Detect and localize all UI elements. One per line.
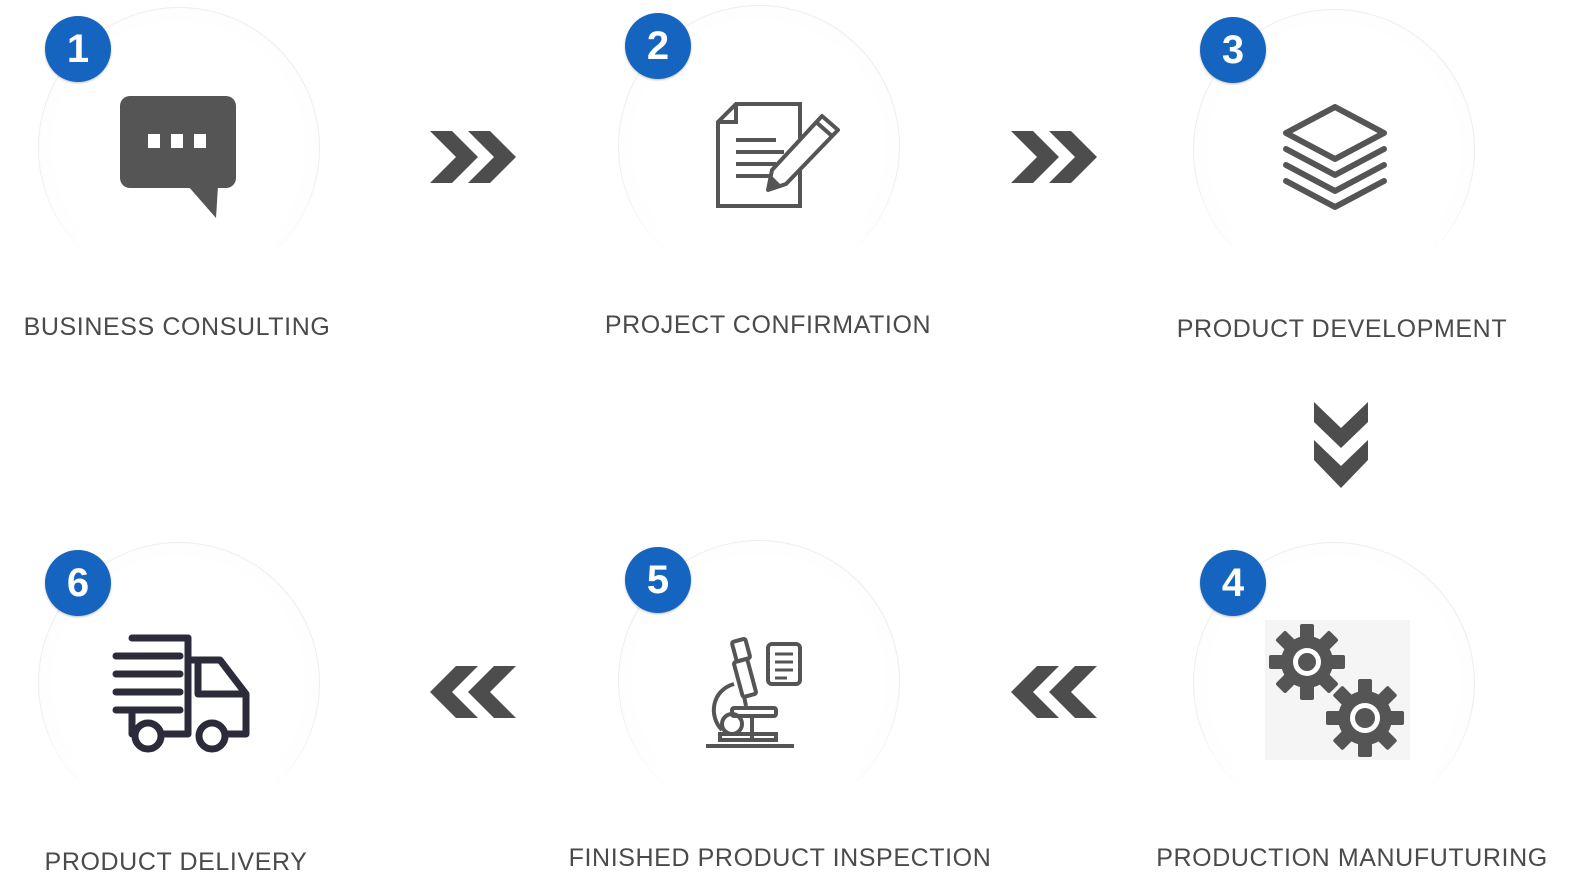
gears-icon	[1265, 620, 1410, 760]
step-number-badge: 1	[45, 16, 111, 82]
step-number-badge: 3	[1200, 17, 1266, 83]
step-label: PRODUCT DEVELOPMENT	[1176, 315, 1508, 343]
step-number-badge: 4	[1200, 550, 1266, 616]
double-chevron-right-icon	[1011, 131, 1097, 183]
double-chevron-left-icon	[430, 666, 516, 718]
chat-bubble-icon	[120, 96, 236, 218]
double-chevron-right-icon	[430, 131, 516, 183]
double-chevron-down-icon	[1314, 402, 1368, 488]
step-label: FINISHED PRODUCT INSPECTION	[568, 844, 992, 872]
step-number-badge: 5	[625, 547, 691, 613]
step-label: PRODUCT DELIVERY	[44, 848, 308, 876]
step-label: PRODUCTION MANUFUTURING	[1156, 844, 1548, 872]
layers-icon	[1283, 104, 1387, 210]
step-number-badge: 2	[625, 13, 691, 79]
document-pencil-icon	[716, 102, 840, 208]
double-chevron-left-icon	[1011, 666, 1097, 718]
step-label: PROJECT CONFIRMATION	[604, 311, 932, 339]
delivery-truck-icon	[112, 634, 250, 753]
microscope-icon	[706, 636, 802, 748]
step-number-badge: 6	[45, 550, 111, 616]
step-label: BUSINESS CONSULTING	[23, 313, 331, 341]
